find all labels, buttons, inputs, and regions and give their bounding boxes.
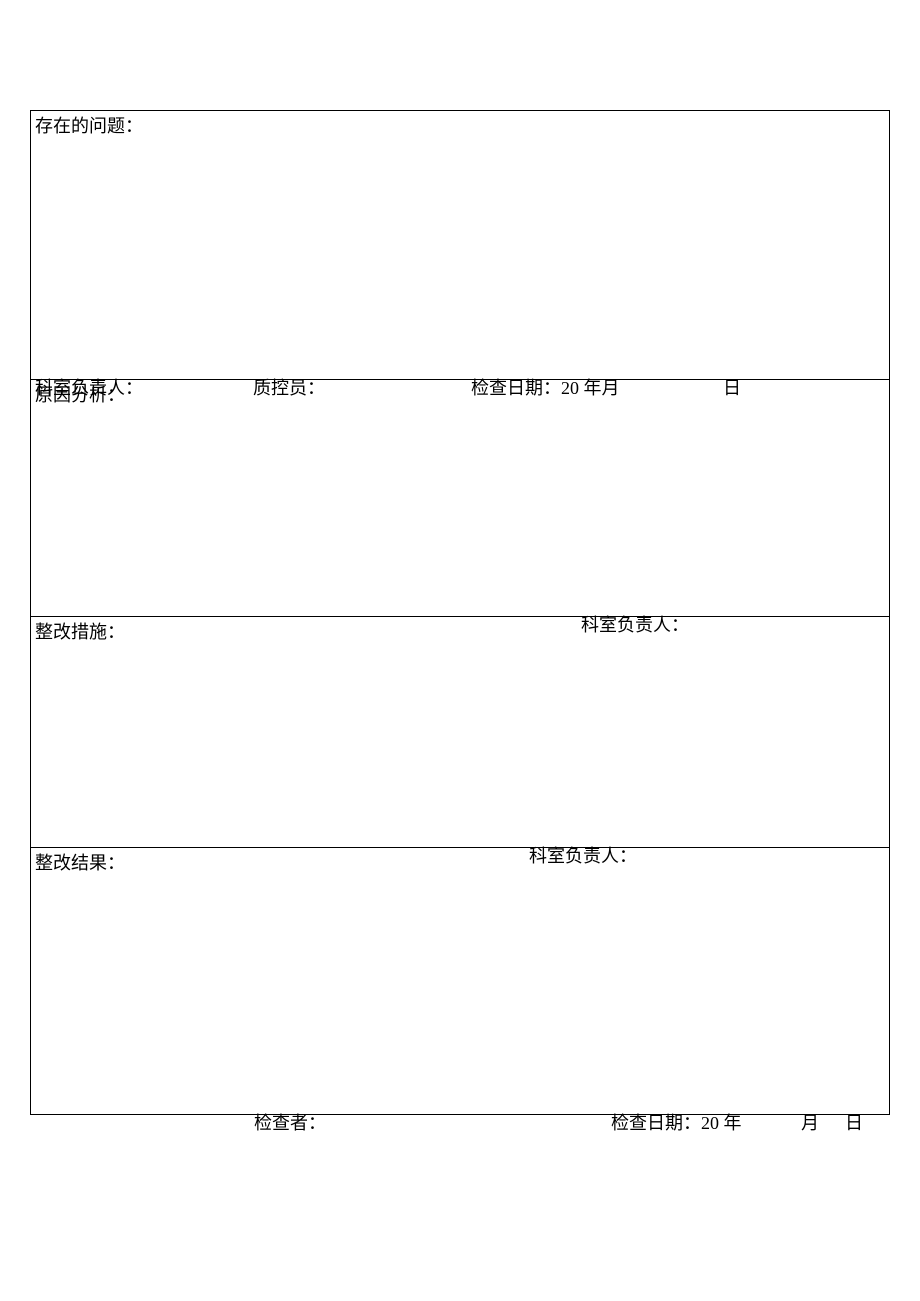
section-measures: 整改措施： 科室负责人： (31, 617, 889, 847)
label-analysis: 原因分析： (35, 382, 125, 409)
label-measures: 整改措施： (35, 619, 125, 646)
label-result: 整改结果： (35, 850, 125, 877)
check-date-group-2: 检查日期：20 年 (611, 1110, 742, 1137)
day-label-2: 日 (845, 1110, 863, 1137)
year-prefix-2: 20 (701, 1113, 719, 1133)
check-date-label-2: 检查日期： (611, 1113, 701, 1133)
inspector-label: 检查者： (254, 1110, 326, 1137)
year-label-2: 年 (724, 1113, 742, 1133)
page: 存在的问题： 科室负责人： 质控员： 检查日期：20 年月 日 原因分析： (0, 0, 920, 1301)
label-problems: 存在的问题： (35, 113, 143, 140)
form-table: 存在的问题： 科室负责人： 质控员： 检查日期：20 年月 日 原因分析： (30, 110, 890, 1115)
month-label-2: 月 (801, 1110, 819, 1137)
section-problems: 存在的问题： 科室负责人： 质控员： 检查日期：20 年月 日 (31, 111, 889, 379)
section-result: 整改结果： 检查者： 检查日期：20 年 月 日 (31, 848, 889, 1114)
section-analysis: 原因分析： 科室负责人： (31, 380, 889, 616)
